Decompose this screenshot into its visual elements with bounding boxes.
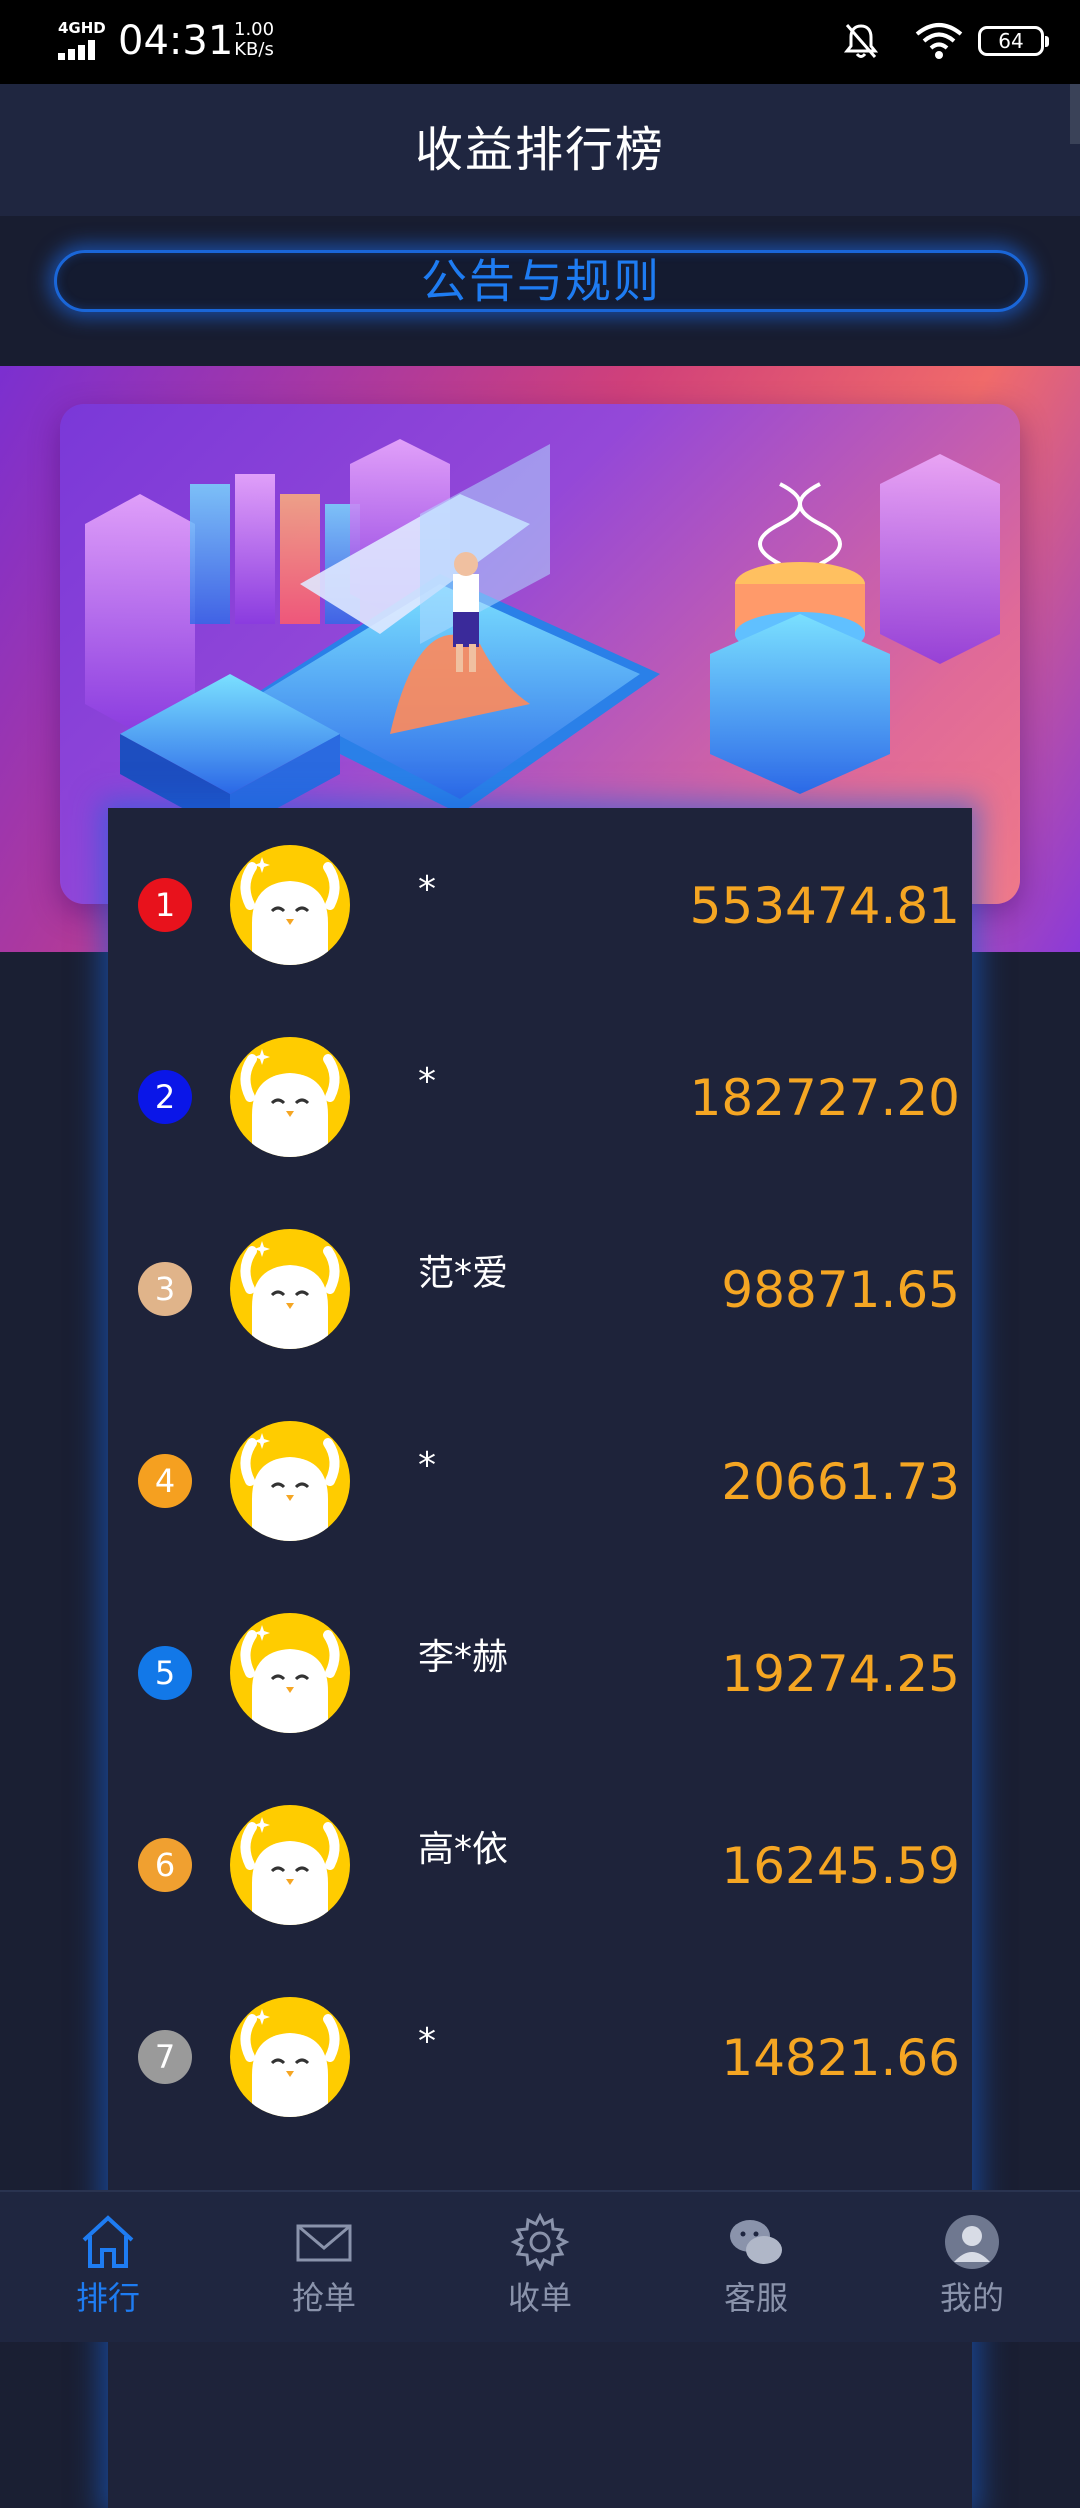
avatar	[230, 1229, 350, 1349]
nav-label: 排行	[75, 2279, 140, 2317]
battery-level: 64	[998, 29, 1024, 53]
chick-avatar-icon	[240, 1817, 340, 1925]
status-bar: 4GHD 04:31 1.00 KB/s 64	[0, 0, 1080, 84]
scrollbar[interactable]	[1070, 84, 1080, 144]
ranking-row[interactable]: 7 * 14821.66	[108, 1960, 972, 2152]
nav-label: 我的	[939, 2279, 1004, 2317]
nav-label: 客服	[723, 2279, 788, 2317]
chick-avatar-icon	[240, 1241, 340, 1349]
wifi-icon	[915, 23, 963, 59]
mute-bell-icon	[844, 24, 878, 58]
chick-avatar-icon	[240, 1625, 340, 1733]
user-name: 范*爱	[418, 1253, 509, 1294]
wechat-icon	[730, 2220, 782, 2264]
chick-avatar-icon	[240, 1049, 340, 1157]
rank-badge: 3	[138, 1262, 192, 1316]
bottom-nav: 排行 抢单 收单 客服 我的	[0, 2190, 1080, 2342]
nav-item-customer-service[interactable]: 客服	[648, 2192, 864, 2342]
rank-badge: 4	[138, 1454, 192, 1508]
nav-label: 收单	[507, 2279, 572, 2317]
notice-section: 公告与规则	[0, 216, 1080, 366]
mail-icon	[296, 2224, 352, 2262]
ranking-row[interactable]: 4 * 20661.73	[108, 1384, 972, 1576]
rank-badge: 2	[138, 1070, 192, 1124]
home-icon	[82, 2215, 134, 2268]
user-name: 李*赫	[418, 1637, 509, 1678]
network-type: 4GHD	[58, 19, 106, 37]
user-name: 高*依	[418, 1829, 509, 1870]
avatar	[230, 1613, 350, 1733]
earnings-amount: 553474.81	[689, 877, 960, 935]
rank-badge: 1	[138, 878, 192, 932]
announcement-rules-button[interactable]: 公告与规则	[54, 250, 1028, 312]
ranking-row[interactable]: 5 李*赫 19274.25	[108, 1576, 972, 1768]
earnings-amount: 16245.59	[721, 1837, 960, 1895]
speed-unit: KB/s	[234, 39, 274, 60]
user-name: *	[418, 1445, 436, 1486]
rank-badge: 5	[138, 1646, 192, 1700]
ranking-row[interactable]: 2 * 182727.20	[108, 1000, 972, 1192]
user-icon	[945, 2215, 999, 2269]
signal-icon	[58, 40, 104, 60]
ranking-row[interactable]: 1 * 553474.81	[108, 808, 972, 1000]
page-title: 收益排行榜	[414, 122, 665, 178]
user-name: *	[418, 869, 436, 910]
page-header: 收益排行榜	[0, 84, 1080, 216]
status-time: 04:31	[118, 18, 234, 64]
earnings-amount: 182727.20	[689, 1069, 960, 1127]
nav-item-profile[interactable]: 我的	[864, 2192, 1080, 2342]
speed-value: 1.00	[234, 19, 275, 40]
avatar	[230, 1421, 350, 1541]
rank-badge: 7	[138, 2030, 192, 2084]
nav-item-grab-order[interactable]: 抢单	[216, 2192, 432, 2342]
avatar	[230, 1805, 350, 1925]
rank-badge: 6	[138, 1838, 192, 1892]
battery-indicator: 64	[978, 26, 1049, 56]
nav-label: 抢单	[291, 2279, 356, 2317]
gear-icon	[510, 2212, 570, 2272]
avatar	[230, 1997, 350, 2117]
earnings-amount: 14821.66	[721, 2029, 960, 2087]
earnings-amount: 19274.25	[721, 1645, 960, 1703]
chick-avatar-icon	[240, 857, 340, 965]
user-name: *	[418, 1061, 436, 1102]
earnings-amount: 98871.65	[721, 1261, 960, 1319]
avatar	[230, 845, 350, 965]
network-speed: 1.00 KB/s	[234, 20, 274, 60]
ranking-row[interactable]: 3 范*爱 98871.65	[108, 1192, 972, 1384]
nav-item-ranking[interactable]: 排行	[0, 2192, 216, 2342]
avatar	[230, 1037, 350, 1157]
nav-item-receive-order[interactable]: 收单	[432, 2192, 648, 2342]
earnings-amount: 20661.73	[721, 1453, 960, 1511]
chick-avatar-icon	[240, 2009, 340, 2117]
ranking-row[interactable]: 6 高*依 16245.59	[108, 1768, 972, 1960]
chick-avatar-icon	[240, 1433, 340, 1541]
user-name: *	[418, 2021, 436, 2062]
